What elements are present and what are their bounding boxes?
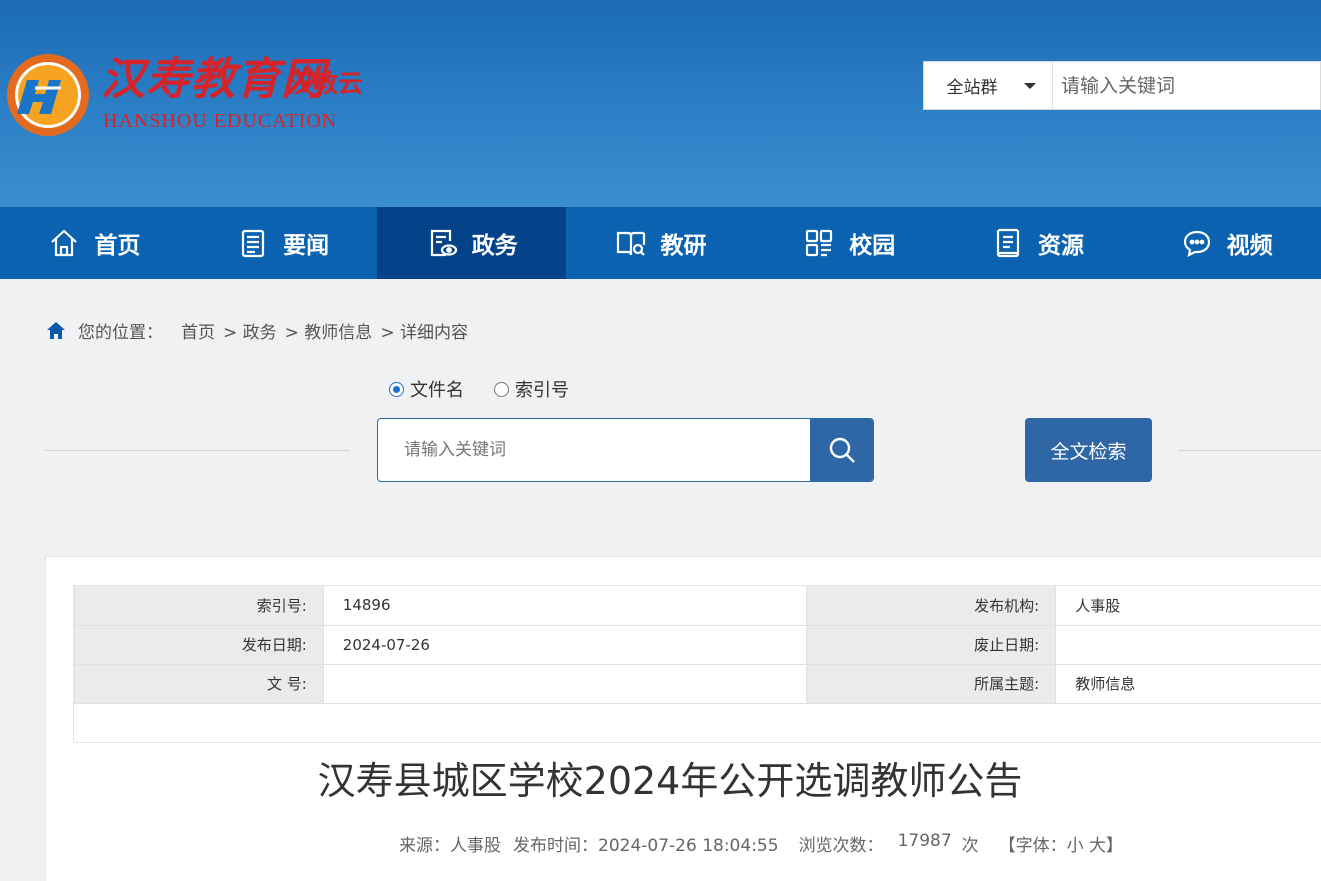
meta-value: 教师信息 bbox=[1055, 664, 1321, 704]
article-info: 来源：人事股 发布时间：2024-07-26 18:04:55 浏览次数： 17… bbox=[399, 831, 1129, 856]
nav-item-label: 校园 bbox=[849, 233, 896, 259]
nav-item-research[interactable]: 教研 bbox=[566, 207, 755, 279]
breadcrumb-current: > 详细内容 bbox=[380, 323, 468, 343]
grid-icon bbox=[806, 229, 833, 257]
document-eye-icon bbox=[430, 229, 457, 257]
table-row: 索引号: 14896 发布机构: 人事股 bbox=[74, 586, 1321, 626]
breadcrumb: 您的位置： 首页 > 政务 > 教师信息 > 详细内容 bbox=[46, 318, 476, 343]
nav-item-video[interactable]: 视频 bbox=[1132, 207, 1321, 279]
document-meta-table: 索引号: 14896 发布机构: 人事股 发布日期: 2024-07-26 废止… bbox=[73, 585, 1321, 743]
site-search-input[interactable] bbox=[1053, 62, 1320, 109]
chevron-down-icon bbox=[1023, 82, 1036, 89]
logo-english-text: HANSHOU EDUCATION bbox=[103, 110, 338, 132]
meta-value bbox=[1055, 625, 1321, 665]
news-icon bbox=[241, 229, 265, 258]
site-scope-select[interactable]: 全站群 bbox=[924, 62, 1053, 109]
meta-value bbox=[322, 664, 808, 704]
search-type-radios: 文件名 索引号 bbox=[389, 376, 569, 402]
nav-item-campus[interactable]: 校园 bbox=[755, 207, 944, 279]
meta-key: 文 号: bbox=[74, 664, 324, 704]
meta-value: 人事股 bbox=[1055, 586, 1321, 626]
breadcrumb-link-home[interactable]: 首页 bbox=[181, 318, 215, 343]
meta-key: 发布日期: bbox=[74, 625, 324, 665]
meta-value: 14896 bbox=[322, 586, 808, 626]
nav-item-news[interactable]: 要闻 bbox=[189, 207, 378, 279]
article-views-unit: 次 bbox=[961, 836, 979, 856]
divider-left bbox=[45, 450, 350, 451]
meta-key: 索引号: bbox=[74, 586, 324, 626]
radio-filename-label: 文件名 bbox=[410, 380, 464, 401]
nav-item-label: 要闻 bbox=[283, 233, 330, 259]
nav-item-label: 视频 bbox=[1226, 233, 1273, 259]
breadcrumb-link-teacher-info[interactable]: > 教师信息 bbox=[285, 318, 373, 343]
site-search-bar: 全站群 bbox=[923, 61, 1321, 110]
book-search-icon bbox=[616, 231, 645, 256]
meta-key: 发布机构: bbox=[806, 586, 1057, 626]
search-button[interactable] bbox=[810, 419, 873, 481]
nav-item-resources[interactable]: 资源 bbox=[944, 207, 1133, 279]
font-size-toggle[interactable]: 【字体：小 大】 bbox=[999, 831, 1123, 856]
scope-select-label: 全站群 bbox=[946, 78, 998, 98]
meta-value: 2024-07-26 bbox=[322, 625, 808, 665]
article-publish-time: 发布时间：2024-07-26 18:04:55 bbox=[513, 836, 779, 856]
radio-dot-unchecked[interactable] bbox=[494, 381, 509, 397]
article-views-count: 17987 bbox=[897, 831, 952, 851]
nav-item-label: 资源 bbox=[1037, 233, 1084, 259]
radio-filename[interactable]: 文件名 bbox=[389, 376, 464, 402]
home-icon bbox=[51, 229, 78, 257]
main-nav: 首页 要闻 政务 教研 校园 资源 视频 bbox=[0, 207, 1321, 279]
nav-item-government[interactable]: 政务 bbox=[377, 207, 567, 279]
radio-dot-checked[interactable] bbox=[389, 381, 404, 397]
radio-index-label: 索引号 bbox=[515, 380, 569, 401]
divider-right bbox=[1178, 450, 1321, 451]
table-row: 文 号: 所属主题: 教师信息 bbox=[74, 664, 1321, 704]
radio-index-number[interactable]: 索引号 bbox=[494, 376, 569, 402]
nav-item-home[interactable]: 首页 bbox=[0, 207, 189, 279]
nav-item-label: 首页 bbox=[94, 233, 141, 259]
site-header: 汉寿教育网 汉教云 HANSHOU EDUCATION 全站群 bbox=[0, 0, 1321, 207]
logo-cloud-text: 汉教云 bbox=[288, 69, 364, 98]
table-row: 发布日期: 2024-07-26 废止日期: bbox=[74, 625, 1321, 665]
document-search-box bbox=[377, 418, 874, 482]
breadcrumb-lead: 您的位置： bbox=[78, 323, 163, 343]
nav-item-label: 政务 bbox=[471, 233, 518, 259]
breadcrumb-link-government[interactable]: > 政务 bbox=[223, 318, 277, 343]
chat-bubble-icon bbox=[1183, 230, 1210, 257]
folder-doc-icon bbox=[996, 228, 1020, 258]
site-logo[interactable]: 汉寿教育网 汉教云 HANSHOU EDUCATION bbox=[5, 52, 385, 142]
fulltext-search-button[interactable]: 全文检索 bbox=[1025, 418, 1152, 482]
document-search-input[interactable] bbox=[378, 419, 810, 481]
meta-key: 废止日期: bbox=[806, 625, 1057, 665]
article-title: 汉寿县城区学校2024年公开选调教师公告 bbox=[317, 759, 1023, 803]
article-source: 来源：人事股 bbox=[399, 836, 501, 856]
home-icon bbox=[47, 321, 65, 339]
logo-badge-icon bbox=[7, 54, 89, 136]
meta-key: 所属主题: bbox=[806, 664, 1057, 704]
search-icon bbox=[829, 437, 855, 463]
nav-item-label: 教研 bbox=[660, 233, 707, 259]
article-views-label: 浏览次数： bbox=[798, 836, 884, 856]
